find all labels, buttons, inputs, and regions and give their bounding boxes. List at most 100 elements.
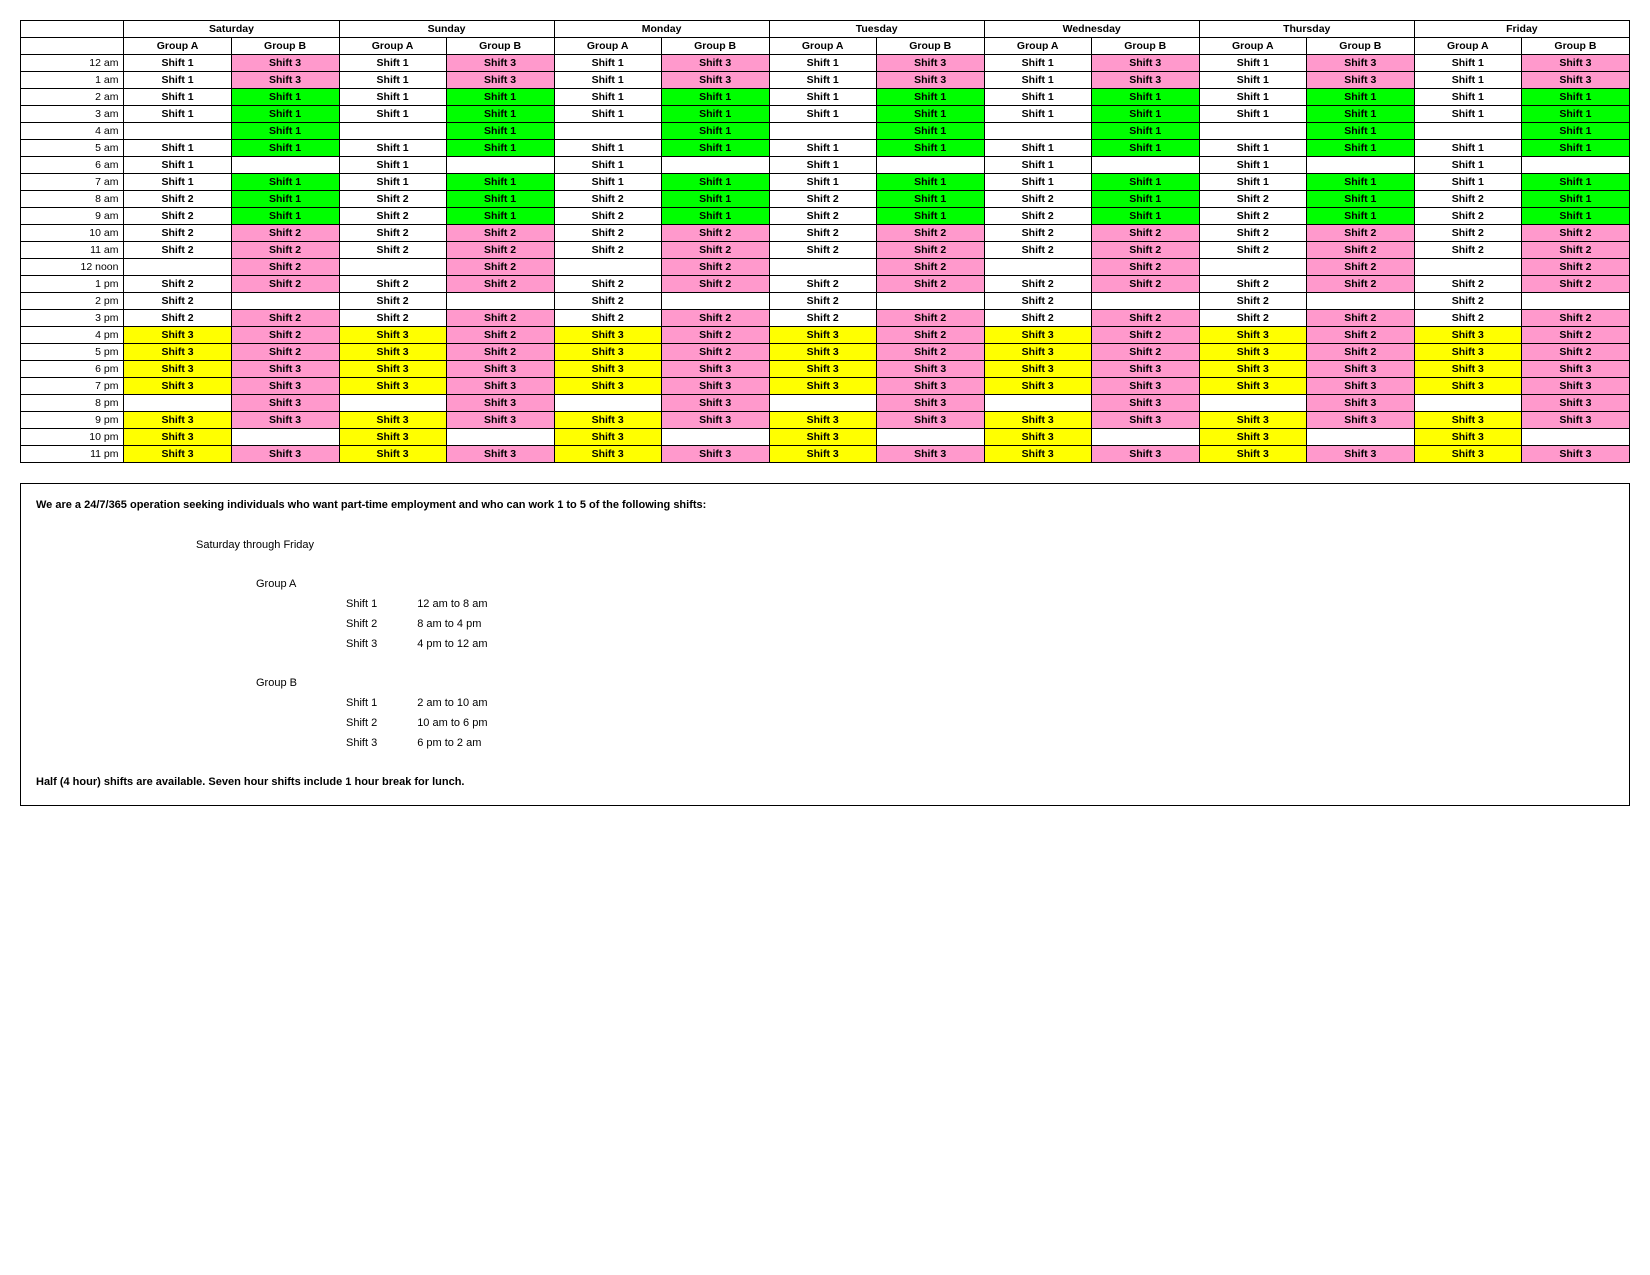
shift-cell: Shift 1	[769, 55, 876, 72]
shift-cell: Shift 3	[231, 395, 339, 412]
shift-cell: Shift 2	[339, 208, 446, 225]
shift-cell: Shift 2	[1091, 344, 1199, 361]
shift-cell: Shift 3	[446, 72, 554, 89]
shift-cell: Shift 3	[1521, 412, 1629, 429]
shift-cell: Shift 1	[1306, 123, 1414, 140]
shift-cell: Shift 2	[876, 327, 984, 344]
shift-cell: Shift 2	[446, 259, 554, 276]
shift-cell	[1521, 429, 1629, 446]
shift-cell: Shift 3	[876, 361, 984, 378]
info-line1: We are a 24/7/365 operation seeking indi…	[36, 496, 1614, 516]
shift-cell: Shift 1	[446, 140, 554, 157]
shift-cell: Shift 2	[231, 225, 339, 242]
shift-cell	[554, 395, 661, 412]
shift-cell: Shift 3	[554, 429, 661, 446]
shift-cell: Shift 1	[1199, 157, 1306, 174]
time-cell: 12 noon	[21, 259, 124, 276]
shift-cell: Shift 1	[1414, 72, 1521, 89]
shift-cell: Shift 2	[769, 310, 876, 327]
shift-cell: Shift 1	[876, 123, 984, 140]
shift-cell: Shift 1	[1091, 106, 1199, 123]
shift-cell: Shift 1	[554, 55, 661, 72]
shift-cell: Shift 1	[1521, 123, 1629, 140]
shift-cell: Shift 3	[1091, 72, 1199, 89]
shift-cell: Shift 1	[446, 106, 554, 123]
shift-cell: Shift 1	[1306, 174, 1414, 191]
shift-cell: Shift 2	[661, 225, 769, 242]
shift-cell: Shift 2	[124, 225, 231, 242]
shift-cell: Shift 1	[769, 157, 876, 174]
info-box: We are a 24/7/365 operation seeking indi…	[20, 483, 1630, 806]
shift-cell: Shift 3	[1199, 412, 1306, 429]
shift-cell: Shift 1	[769, 72, 876, 89]
shift-cell: Shift 2	[554, 293, 661, 310]
shift-cell: Shift 2	[661, 242, 769, 259]
time-cell: 1 pm	[21, 276, 124, 293]
shift-cell: Shift 1	[876, 106, 984, 123]
tuesday-header: Tuesday	[769, 21, 984, 38]
mon-group-b: Group B	[661, 38, 769, 55]
shift-cell: Shift 1	[1414, 106, 1521, 123]
shift-cell: Shift 2	[984, 208, 1091, 225]
shift-cell: Shift 2	[124, 191, 231, 208]
shift-cell: Shift 1	[876, 208, 984, 225]
shift-cell: Shift 3	[1306, 446, 1414, 463]
shift-cell	[1521, 157, 1629, 174]
shift-cell: Shift 1	[1414, 174, 1521, 191]
shift-cell: Shift 1	[1521, 140, 1629, 157]
tue-group-a: Group A	[769, 38, 876, 55]
fri-group-a: Group A	[1414, 38, 1521, 55]
shift-cell: Shift 1	[1091, 89, 1199, 106]
shift-cell: Shift 1	[231, 174, 339, 191]
shift-cell: Shift 1	[231, 123, 339, 140]
time-cell: 2 pm	[21, 293, 124, 310]
time-cell: 10 pm	[21, 429, 124, 446]
shift-cell: Shift 1	[876, 174, 984, 191]
shift-cell: Shift 1	[339, 106, 446, 123]
shift-cell: Shift 2	[1091, 259, 1199, 276]
shift-cell	[876, 157, 984, 174]
time-cell: 2 am	[21, 89, 124, 106]
shift-cell: Shift 3	[1414, 378, 1521, 395]
shift-cell: Shift 2	[1091, 276, 1199, 293]
shift-cell: Shift 1	[1306, 191, 1414, 208]
shift-cell: Shift 3	[876, 395, 984, 412]
shift-cell: Shift 1	[1521, 174, 1629, 191]
thursday-header: Thursday	[1199, 21, 1414, 38]
shift-cell	[769, 395, 876, 412]
time-cell: 3 am	[21, 106, 124, 123]
shift-cell	[876, 429, 984, 446]
shift-cell: Shift 3	[231, 412, 339, 429]
shift-cell: Shift 1	[876, 191, 984, 208]
sat-fri-label: Saturday through Friday	[196, 536, 1614, 556]
shift-cell: Shift 1	[661, 191, 769, 208]
shift-cell: Shift 1	[1091, 208, 1199, 225]
shift-cell: Shift 2	[339, 310, 446, 327]
shift-cell: Shift 2	[1414, 208, 1521, 225]
shift-cell: Shift 3	[1091, 412, 1199, 429]
time-cell: 5 am	[21, 140, 124, 157]
group-a-shift2: Shift 28 am to 4 pm	[346, 615, 1614, 635]
shift-cell	[446, 157, 554, 174]
shift-cell: Shift 3	[769, 361, 876, 378]
shift-cell: Shift 3	[339, 412, 446, 429]
group-a-shift1: Shift 112 am to 8 am	[346, 595, 1614, 615]
fri-group-b: Group B	[1521, 38, 1629, 55]
shift-cell: Shift 2	[1521, 242, 1629, 259]
shift-cell: Shift 3	[339, 361, 446, 378]
shift-cell: Shift 2	[769, 225, 876, 242]
shift-cell: Shift 1	[984, 72, 1091, 89]
shift-cell: Shift 2	[446, 225, 554, 242]
shift-cell: Shift 1	[1306, 140, 1414, 157]
sun-group-b: Group B	[446, 38, 554, 55]
shift-cell: Shift 3	[231, 55, 339, 72]
shift-cell: Shift 3	[769, 344, 876, 361]
shift-cell: Shift 1	[446, 208, 554, 225]
shift-cell: Shift 2	[124, 310, 231, 327]
shift-cell: Shift 1	[1091, 123, 1199, 140]
shift-cell: Shift 1	[1199, 55, 1306, 72]
shift-cell: Shift 2	[769, 293, 876, 310]
shift-cell	[876, 293, 984, 310]
shift-cell: Shift 3	[554, 378, 661, 395]
shift-cell: Shift 1	[1306, 89, 1414, 106]
